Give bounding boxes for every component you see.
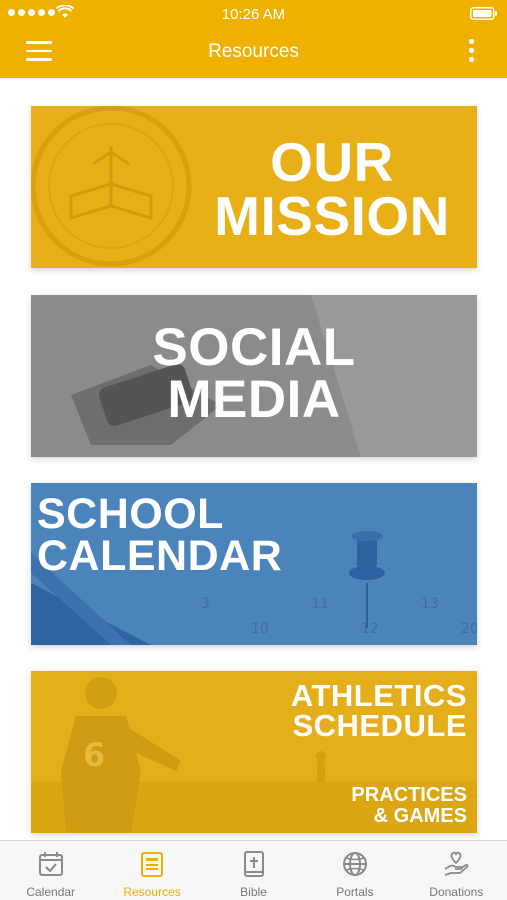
tab-bible[interactable]: Bible [203, 841, 304, 900]
tab-bible-label: Bible [240, 885, 267, 899]
svg-text:6: 6 [83, 736, 105, 774]
page-title: Resources [208, 41, 299, 62]
svg-text:13: 13 [421, 596, 439, 612]
status-time: 10:26 AM [221, 6, 286, 23]
tab-portals-label: Portals [336, 885, 374, 899]
app-header-bar: 10:26 AM Resources [0, 0, 507, 78]
athletics-schedule-title-line1: ATHLETICS [290, 678, 467, 713]
bible-icon [243, 851, 264, 877]
tab-calendar-label: Calendar [26, 885, 76, 899]
tab-portals[interactable]: Portals [304, 841, 405, 900]
athletics-schedule-title-line2: SCHEDULE [292, 708, 467, 744]
globe-icon [342, 852, 367, 876]
school-calendar-title: SCHOOL CALENDAR [37, 490, 283, 581]
athletics-schedule-subtitle: PRACTICES & GAMES [351, 785, 467, 827]
navigation-header: Resources [0, 26, 507, 78]
school-calendar-card[interactable]: 3 10 11 12 13 20 SCHOOL CALENDAR [31, 483, 477, 645]
our-mission-title: OUR MISSION [207, 131, 457, 247]
tab-donations-label: Donations [429, 885, 484, 899]
svg-text:11: 11 [311, 596, 329, 612]
our-mission-card[interactable]: OUR MISSION [31, 106, 477, 268]
donation-hand-icon [444, 851, 469, 876]
bottom-tab-bar: Calendar Resources Bible Portals Donatio… [0, 840, 507, 900]
svg-text:20: 20 [461, 621, 477, 637]
tab-calendar[interactable]: Calendar [0, 841, 101, 900]
athletics-subtitle-line1: PRACTICES [351, 784, 467, 806]
social-media-title-line2: MEDIA [167, 369, 341, 429]
school-calendar-title-line2: CALENDAR [37, 532, 283, 581]
social-media-title-line1: SOCIAL [152, 318, 356, 377]
tab-resources[interactable]: Resources [101, 841, 202, 900]
tab-resources-label: Resources [123, 885, 181, 899]
svg-text:3: 3 [201, 596, 210, 612]
book-icon [141, 852, 164, 877]
tab-donations[interactable]: Donations [406, 841, 507, 900]
athletics-subtitle-line2: & GAMES [373, 805, 467, 827]
athletics-schedule-card[interactable]: 6 ATHLETICS SCHEDULE PRACTICES & GAMES [31, 671, 477, 833]
svg-text:10: 10 [251, 621, 269, 637]
our-mission-title-line1: OUR [270, 131, 394, 193]
battery-icon [470, 7, 497, 20]
our-mission-title-line2: MISSION [214, 184, 450, 247]
status-bar: 10:26 AM [0, 0, 507, 26]
social-media-title: SOCIAL MEDIA [31, 318, 477, 429]
athletics-schedule-title: ATHLETICS SCHEDULE [290, 678, 467, 744]
more-options-icon[interactable] [469, 39, 475, 65]
school-calendar-title-line1: SCHOOL [37, 490, 224, 538]
calendar-icon [38, 852, 63, 876]
svg-text:12: 12 [361, 621, 379, 637]
social-media-card[interactable]: SOCIAL MEDIA [31, 295, 477, 457]
